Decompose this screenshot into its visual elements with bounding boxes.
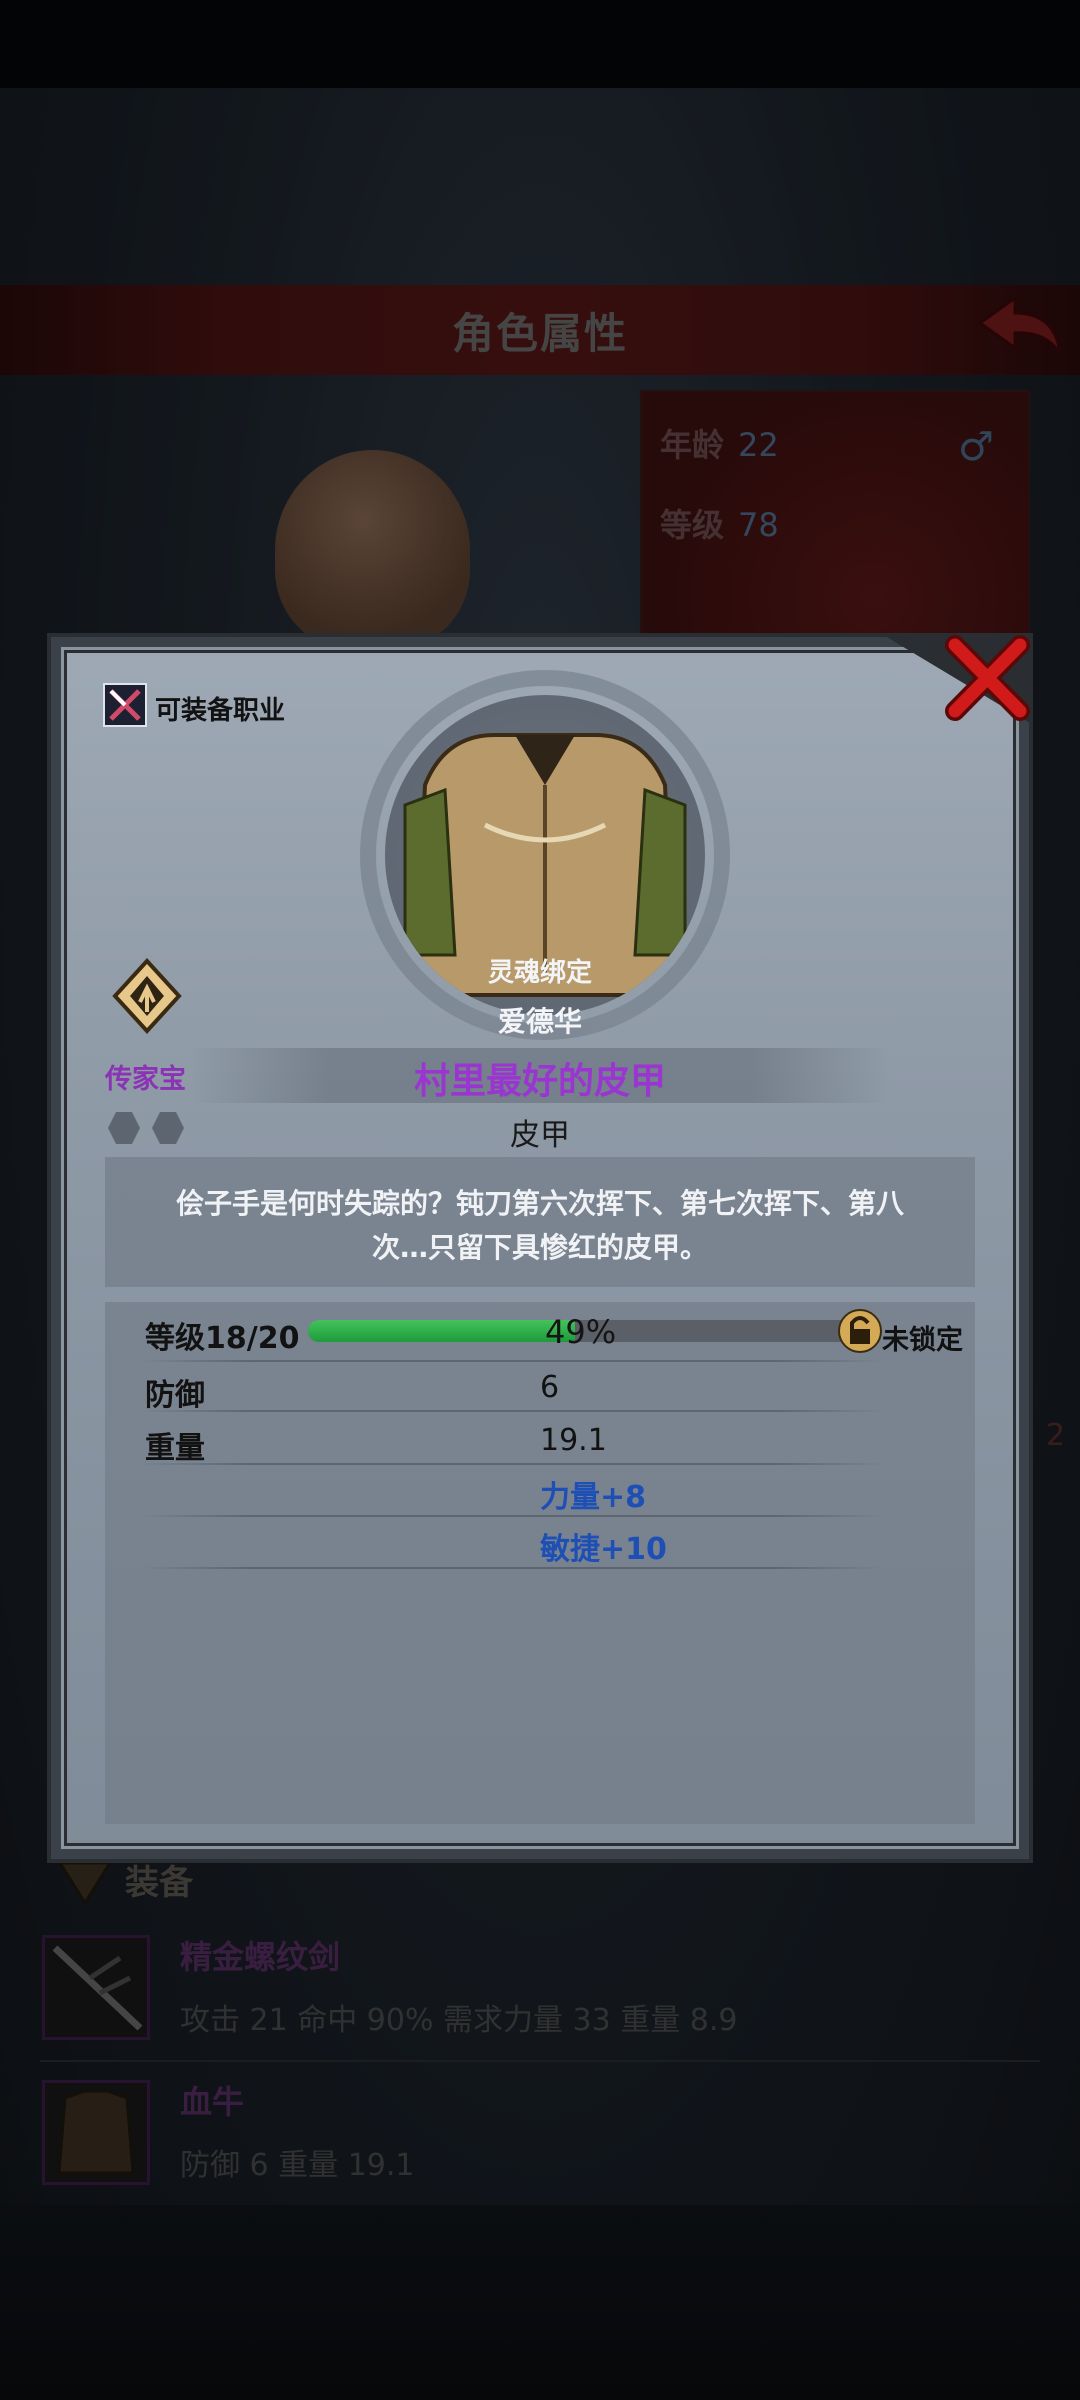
- bonus-agility: 敏捷+10: [540, 1532, 667, 1567]
- defense-label: 防御: [145, 1378, 205, 1413]
- equippable-class-label[interactable]: 可装备职业: [155, 690, 285, 727]
- level-row: 等级 78: [660, 500, 779, 546]
- back-arrow-icon[interactable]: [975, 293, 1065, 363]
- row-divider: [140, 1360, 885, 1362]
- age-label: 年龄: [660, 426, 725, 464]
- equip-thumb-armor[interactable]: [42, 2080, 150, 2185]
- sword-icon: [52, 1945, 143, 2031]
- equip-item-name[interactable]: 精金螺纹剑: [180, 1932, 340, 1978]
- row-divider: [140, 1515, 885, 1517]
- row-divider: [140, 1567, 885, 1569]
- armor-icon: [57, 2089, 135, 2175]
- equip-item-stats: 防御 6 重量 19.1: [180, 2148, 415, 2183]
- defense-value: 6: [540, 1370, 560, 1405]
- equip-thumb-sword[interactable]: [42, 1935, 150, 2040]
- weight-value: 19.1: [540, 1423, 607, 1458]
- page-title: 角色属性: [451, 309, 628, 358]
- bottom-area: [0, 2205, 1080, 2400]
- equip-item-stats: 攻击 21 命中 90% 需求力量 33 重量 8.9: [180, 2003, 738, 2038]
- game-screen: 角色属性 年龄 22 等级 78 ♂ 2 装备 精金螺纹剑 攻击 21 命中 90%…: [0, 0, 1080, 2400]
- level-percent: 49%: [545, 1313, 617, 1351]
- equipment-icon: [57, 1861, 113, 1906]
- weight-label: 重量: [145, 1431, 205, 1466]
- item-type: 皮甲: [510, 1118, 570, 1153]
- row-divider: [140, 1463, 885, 1465]
- male-symbol-icon: ♂: [958, 424, 994, 470]
- divider: [40, 2060, 1040, 2062]
- level-value: 78: [738, 506, 779, 544]
- age-row: 年龄 22: [660, 420, 779, 466]
- equip-item-name[interactable]: 血牛: [180, 2077, 244, 2123]
- age-value: 22: [738, 426, 779, 464]
- close-icon[interactable]: [940, 633, 1035, 723]
- class-icon[interactable]: [103, 683, 147, 727]
- padlock-icon: [850, 1316, 870, 1344]
- item-name: 村里最好的皮甲: [413, 1061, 666, 1102]
- character-portrait: [275, 450, 470, 650]
- bonus-strength: 力量+8: [540, 1480, 647, 1515]
- side-number: 2: [1046, 1418, 1066, 1453]
- lock-status-label[interactable]: 未锁定: [882, 1318, 963, 1357]
- crossed-tools-icon: [109, 689, 141, 721]
- lock-icon[interactable]: [838, 1309, 882, 1353]
- item-level-label: 等级18/20: [145, 1321, 300, 1356]
- heirloom-icon[interactable]: [112, 958, 182, 1034]
- row-divider: [140, 1410, 885, 1412]
- level-progress-fill: [308, 1320, 576, 1342]
- item-description: 侩子手是何时失踪的？钝刀第六次挥下、第七次挥下、第八次…只留下具惨红的皮甲。: [175, 1187, 904, 1264]
- level-label: 等级: [660, 506, 725, 544]
